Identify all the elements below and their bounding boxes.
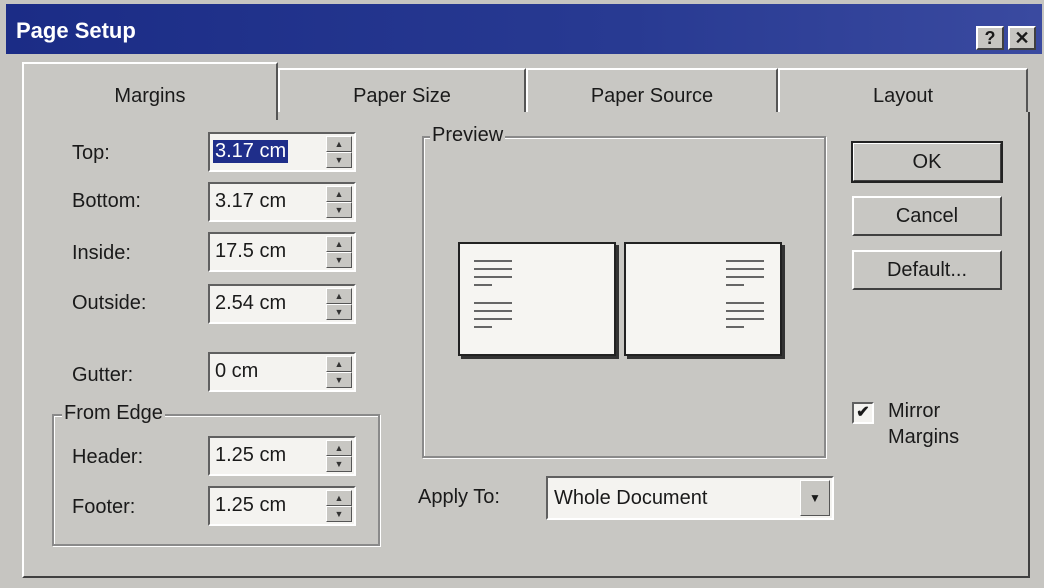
text-line — [726, 310, 764, 312]
spin-down-icon[interactable]: ▼ — [326, 372, 352, 388]
spin-up-icon[interactable]: ▲ — [326, 440, 352, 456]
footer-field[interactable]: 1.25 cm ▲ ▼ — [208, 486, 356, 526]
footer-value: 1.25 cm — [215, 494, 287, 516]
bottom-margin-spinner: ▲ ▼ — [326, 186, 352, 218]
text-line — [726, 268, 764, 270]
title-bar: Page Setup ? ✕ — [6, 4, 1042, 54]
spin-up-icon[interactable]: ▲ — [326, 356, 352, 372]
bottom-margin-value: 3.17 cm — [215, 190, 287, 212]
gutter-value: 0 cm — [215, 360, 259, 382]
text-line — [474, 326, 492, 328]
close-icon: ✕ — [1014, 28, 1030, 48]
text-line — [726, 276, 764, 278]
cancel-button[interactable]: Cancel — [852, 196, 1002, 236]
bottom-margin-field[interactable]: 3.17 cm ▲ ▼ — [208, 182, 356, 222]
tab-margins-label: Margins — [114, 85, 186, 107]
bottom-label: Bottom: — [72, 190, 141, 212]
spin-up-icon[interactable]: ▲ — [326, 236, 352, 252]
top-label: Top: — [72, 142, 110, 164]
outside-label: Outside: — [72, 292, 147, 314]
outside-margin-value: 2.54 cm — [215, 292, 287, 314]
text-line — [726, 302, 764, 304]
inside-label: Inside: — [72, 242, 131, 264]
spin-up-icon[interactable]: ▲ — [326, 136, 352, 152]
text-line — [474, 276, 512, 278]
default-button[interactable]: Default... — [852, 250, 1002, 290]
gutter-label: Gutter: — [72, 364, 134, 386]
spin-up-icon[interactable]: ▲ — [326, 288, 352, 304]
text-line — [474, 302, 512, 304]
ok-button[interactable]: OK — [851, 141, 1003, 183]
mirror-margins-label-line1: Mirror — [888, 400, 941, 422]
spin-down-icon[interactable]: ▼ — [326, 506, 352, 522]
mirror-margins-checkbox[interactable]: ✔ — [852, 402, 874, 424]
tab-margins[interactable]: Margins — [22, 62, 278, 120]
top-margin-field[interactable]: 3.17 cm ▲ ▼ — [208, 132, 356, 172]
check-icon: ✔ — [856, 404, 870, 421]
apply-to-value: Whole Document — [554, 487, 708, 509]
tab-paper-size[interactable]: Paper Size — [278, 68, 526, 114]
header-field[interactable]: 1.25 cm ▲ ▼ — [208, 436, 356, 476]
from-edge-group — [52, 414, 380, 546]
text-line — [474, 260, 512, 262]
tab-layout-label: Layout — [872, 85, 934, 107]
tab-paper-size-label: Paper Size — [353, 85, 451, 107]
close-button[interactable]: ✕ — [1008, 26, 1036, 50]
spin-up-icon[interactable]: ▲ — [326, 186, 352, 202]
header-label: Header: — [72, 446, 144, 468]
gutter-spinner: ▲ ▼ — [326, 356, 352, 388]
apply-to-select[interactable]: Whole Document ▼ — [546, 476, 834, 520]
spin-down-icon[interactable]: ▼ — [326, 202, 352, 218]
tab-paper-source-label: Paper Source — [590, 85, 714, 107]
header-spinner: ▲ ▼ — [326, 440, 352, 472]
chevron-down-icon[interactable]: ▼ — [800, 480, 830, 516]
text-line — [474, 318, 512, 320]
inside-margin-spinner: ▲ ▼ — [326, 236, 352, 268]
spin-down-icon[interactable]: ▼ — [326, 456, 352, 472]
text-line — [474, 268, 512, 270]
footer-spinner: ▲ ▼ — [326, 490, 352, 522]
apply-to-label: Apply To: — [418, 486, 500, 508]
spin-down-icon[interactable]: ▼ — [326, 252, 352, 268]
text-line — [474, 310, 512, 312]
text-line — [474, 284, 492, 286]
help-icon: ? — [984, 28, 996, 48]
outside-margin-spinner: ▲ ▼ — [326, 288, 352, 320]
text-line — [726, 326, 744, 328]
preview-right-page — [624, 242, 782, 356]
top-margin-value: 3.17 cm — [213, 140, 289, 163]
spin-up-icon[interactable]: ▲ — [326, 490, 352, 506]
from-edge-title: From Edge — [62, 402, 165, 425]
header-value: 1.25 cm — [215, 444, 287, 466]
inside-margin-field[interactable]: 17.5 cm ▲ ▼ — [208, 232, 356, 272]
gutter-field[interactable]: 0 cm ▲ ▼ — [208, 352, 356, 392]
preview-left-page — [458, 242, 616, 356]
text-line — [726, 318, 764, 320]
preview-title: Preview — [430, 124, 506, 147]
text-line — [726, 260, 764, 262]
help-button[interactable]: ? — [976, 26, 1004, 50]
spin-down-icon[interactable]: ▼ — [326, 304, 352, 320]
spin-down-icon[interactable]: ▼ — [326, 152, 352, 168]
window-title: Page Setup — [16, 18, 136, 43]
inside-margin-value: 17.5 cm — [215, 240, 287, 262]
mirror-margins-label-line2: Margins — [888, 426, 960, 448]
top-margin-spinner: ▲ ▼ — [326, 136, 352, 168]
tab-paper-source[interactable]: Paper Source — [526, 68, 778, 114]
tab-layout[interactable]: Layout — [778, 68, 1028, 114]
footer-label: Footer: — [72, 496, 136, 518]
text-line — [726, 284, 744, 286]
outside-margin-field[interactable]: 2.54 cm ▲ ▼ — [208, 284, 356, 324]
